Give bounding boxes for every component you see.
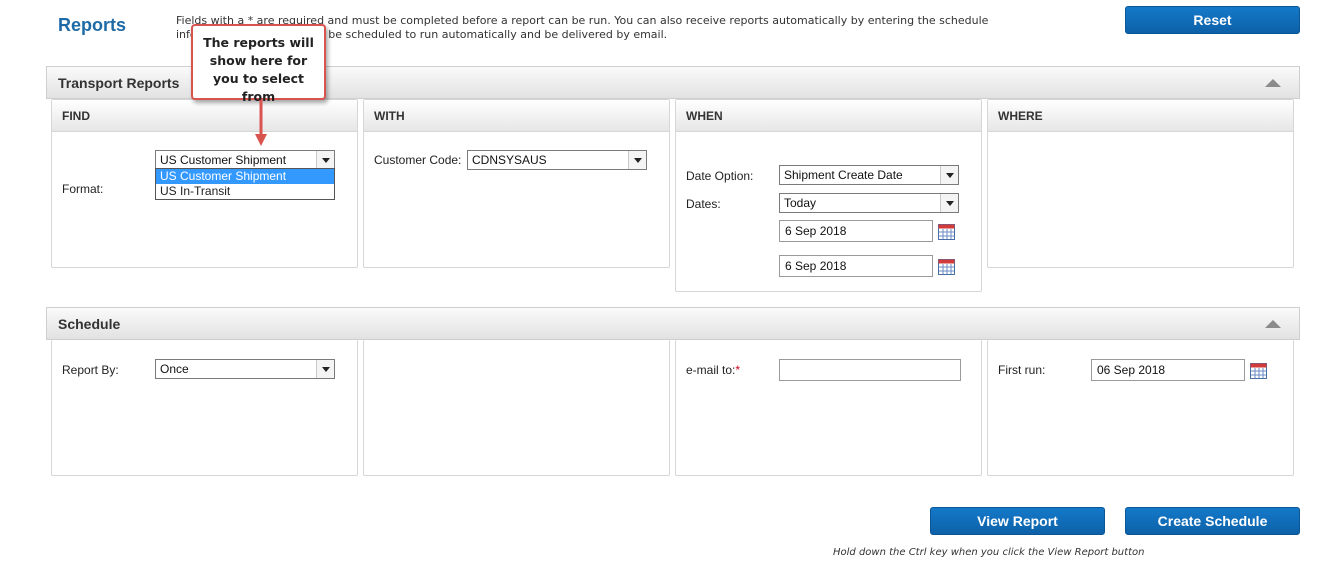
date-from-input[interactable]: 6 Sep 2018: [779, 220, 933, 242]
with-panel: WITH Customer Code:: [363, 99, 670, 268]
format-label: Format:: [62, 182, 104, 196]
calendar-icon[interactable]: [1250, 363, 1267, 379]
annotation-callout: The reports will show here for you to se…: [191, 24, 326, 104]
section-title: Transport Reports: [58, 75, 180, 91]
format-select-value: US Customer Shipment: [160, 153, 287, 167]
chevron-down-icon[interactable]: [628, 151, 646, 169]
reset-button[interactable]: Reset: [1125, 6, 1300, 34]
customer-code-select[interactable]: CDNSYSAUS: [467, 150, 647, 170]
schedule-panel-empty: [363, 340, 670, 476]
dates-value: Today: [784, 196, 817, 210]
report-by-label: Report By:: [62, 363, 119, 377]
collapse-icon[interactable]: [1265, 79, 1281, 87]
when-heading: WHEN: [676, 100, 981, 132]
callout-arrow-icon: [255, 100, 267, 146]
where-heading: WHERE: [988, 100, 1293, 132]
chevron-down-icon[interactable]: [316, 151, 334, 169]
dropdown-option[interactable]: US In-Transit: [156, 184, 334, 199]
first-run-input[interactable]: 06 Sep 2018: [1091, 359, 1245, 381]
collapse-icon[interactable]: [1265, 320, 1281, 328]
create-schedule-button[interactable]: Create Schedule: [1125, 507, 1300, 535]
email-label: e-mail to:*: [686, 363, 740, 377]
report-by-value: Once: [160, 362, 189, 376]
date-to-input[interactable]: 6 Sep 2018: [779, 255, 933, 277]
required-mark: *: [735, 363, 741, 377]
schedule-section[interactable]: Schedule: [46, 307, 1300, 340]
format-dropdown-list: US Customer Shipment US In-Transit: [155, 168, 335, 200]
customer-code-label: Customer Code:: [374, 153, 462, 167]
dates-select[interactable]: Today: [779, 193, 959, 213]
section-title: Schedule: [58, 316, 121, 332]
format-select[interactable]: US Customer Shipment: [155, 150, 335, 170]
customer-code-value: CDNSYSAUS: [472, 153, 547, 167]
email-label-text: e-mail to:: [686, 363, 736, 377]
dates-label: Dates:: [686, 197, 721, 211]
view-report-button[interactable]: View Report: [930, 507, 1105, 535]
page-title: Reports: [58, 15, 127, 35]
with-heading: WITH: [364, 100, 669, 132]
date-option-label: Date Option:: [686, 169, 754, 183]
email-input[interactable]: [779, 359, 961, 381]
dropdown-option[interactable]: US Customer Shipment: [156, 169, 334, 184]
chevron-down-icon[interactable]: [940, 166, 958, 184]
chevron-down-icon[interactable]: [316, 360, 334, 378]
calendar-icon[interactable]: [938, 224, 955, 240]
date-option-value: Shipment Create Date: [784, 168, 903, 182]
find-heading: FIND: [52, 100, 357, 132]
report-by-select[interactable]: Once: [155, 359, 335, 379]
first-run-label: First run:: [998, 363, 1046, 377]
view-report-hint: Hold down the Ctrl key when you click th…: [833, 547, 1145, 558]
where-panel: WHERE: [987, 99, 1294, 268]
chevron-down-icon[interactable]: [940, 194, 958, 212]
date-option-select[interactable]: Shipment Create Date: [779, 165, 959, 185]
calendar-icon[interactable]: [938, 259, 955, 275]
